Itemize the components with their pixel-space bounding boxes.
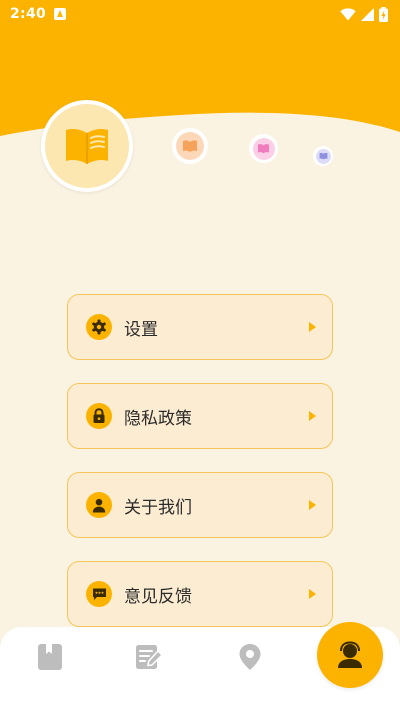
tab-location[interactable]: [220, 627, 280, 687]
chevron-right-icon: [309, 322, 316, 332]
menu-item-about-us[interactable]: 关于我们: [67, 472, 333, 538]
menu-item-label: 设置: [124, 319, 158, 340]
edit-note-icon: [136, 645, 163, 669]
menu-item-privacy-policy[interactable]: 隐私政策: [67, 383, 333, 449]
location-pin-icon: [239, 644, 261, 670]
menu-item-settings[interactable]: 设置: [67, 294, 333, 360]
menu-item-label: 关于我们: [124, 497, 192, 518]
gear-icon: [86, 314, 112, 340]
book-icon: [319, 152, 327, 160]
menu-item-label: 意见反馈: [124, 586, 192, 607]
tab-bookshelf[interactable]: [20, 627, 80, 687]
status-right: [340, 6, 388, 22]
chat-icon: [86, 581, 112, 607]
signal-icon: [361, 7, 374, 21]
lock-icon: [86, 403, 112, 429]
menu-item-label: 隐私政策: [124, 408, 192, 429]
tab-profile[interactable]: [317, 622, 383, 688]
menu-item-feedback[interactable]: 意见反馈: [67, 561, 333, 627]
profile-avatar[interactable]: [41, 100, 133, 192]
chevron-right-icon: [309, 411, 316, 421]
user-icon: [338, 641, 362, 668]
book-icon: [66, 129, 108, 164]
status-left: 2:40: [10, 6, 67, 22]
status-time: 2:40: [10, 6, 47, 22]
person-icon: [86, 492, 112, 518]
book-icon: [183, 140, 197, 152]
decoration-bubble-small: [313, 146, 333, 166]
chevron-right-icon: [309, 589, 316, 599]
notification-icon: [54, 8, 67, 20]
wifi-icon: [340, 7, 356, 20]
bookmark-icon: [38, 644, 62, 670]
tab-notes[interactable]: [119, 627, 179, 687]
profile-screen: 2:40 设置 隐私政策 关于我们 意见反馈: [0, 0, 400, 711]
status-bar: 2:40: [0, 0, 400, 28]
chevron-right-icon: [309, 500, 316, 510]
battery-charging-icon: [379, 6, 388, 22]
book-icon: [258, 144, 269, 154]
decoration-bubble-large: [172, 128, 208, 164]
decoration-bubble-medium: [249, 134, 278, 163]
